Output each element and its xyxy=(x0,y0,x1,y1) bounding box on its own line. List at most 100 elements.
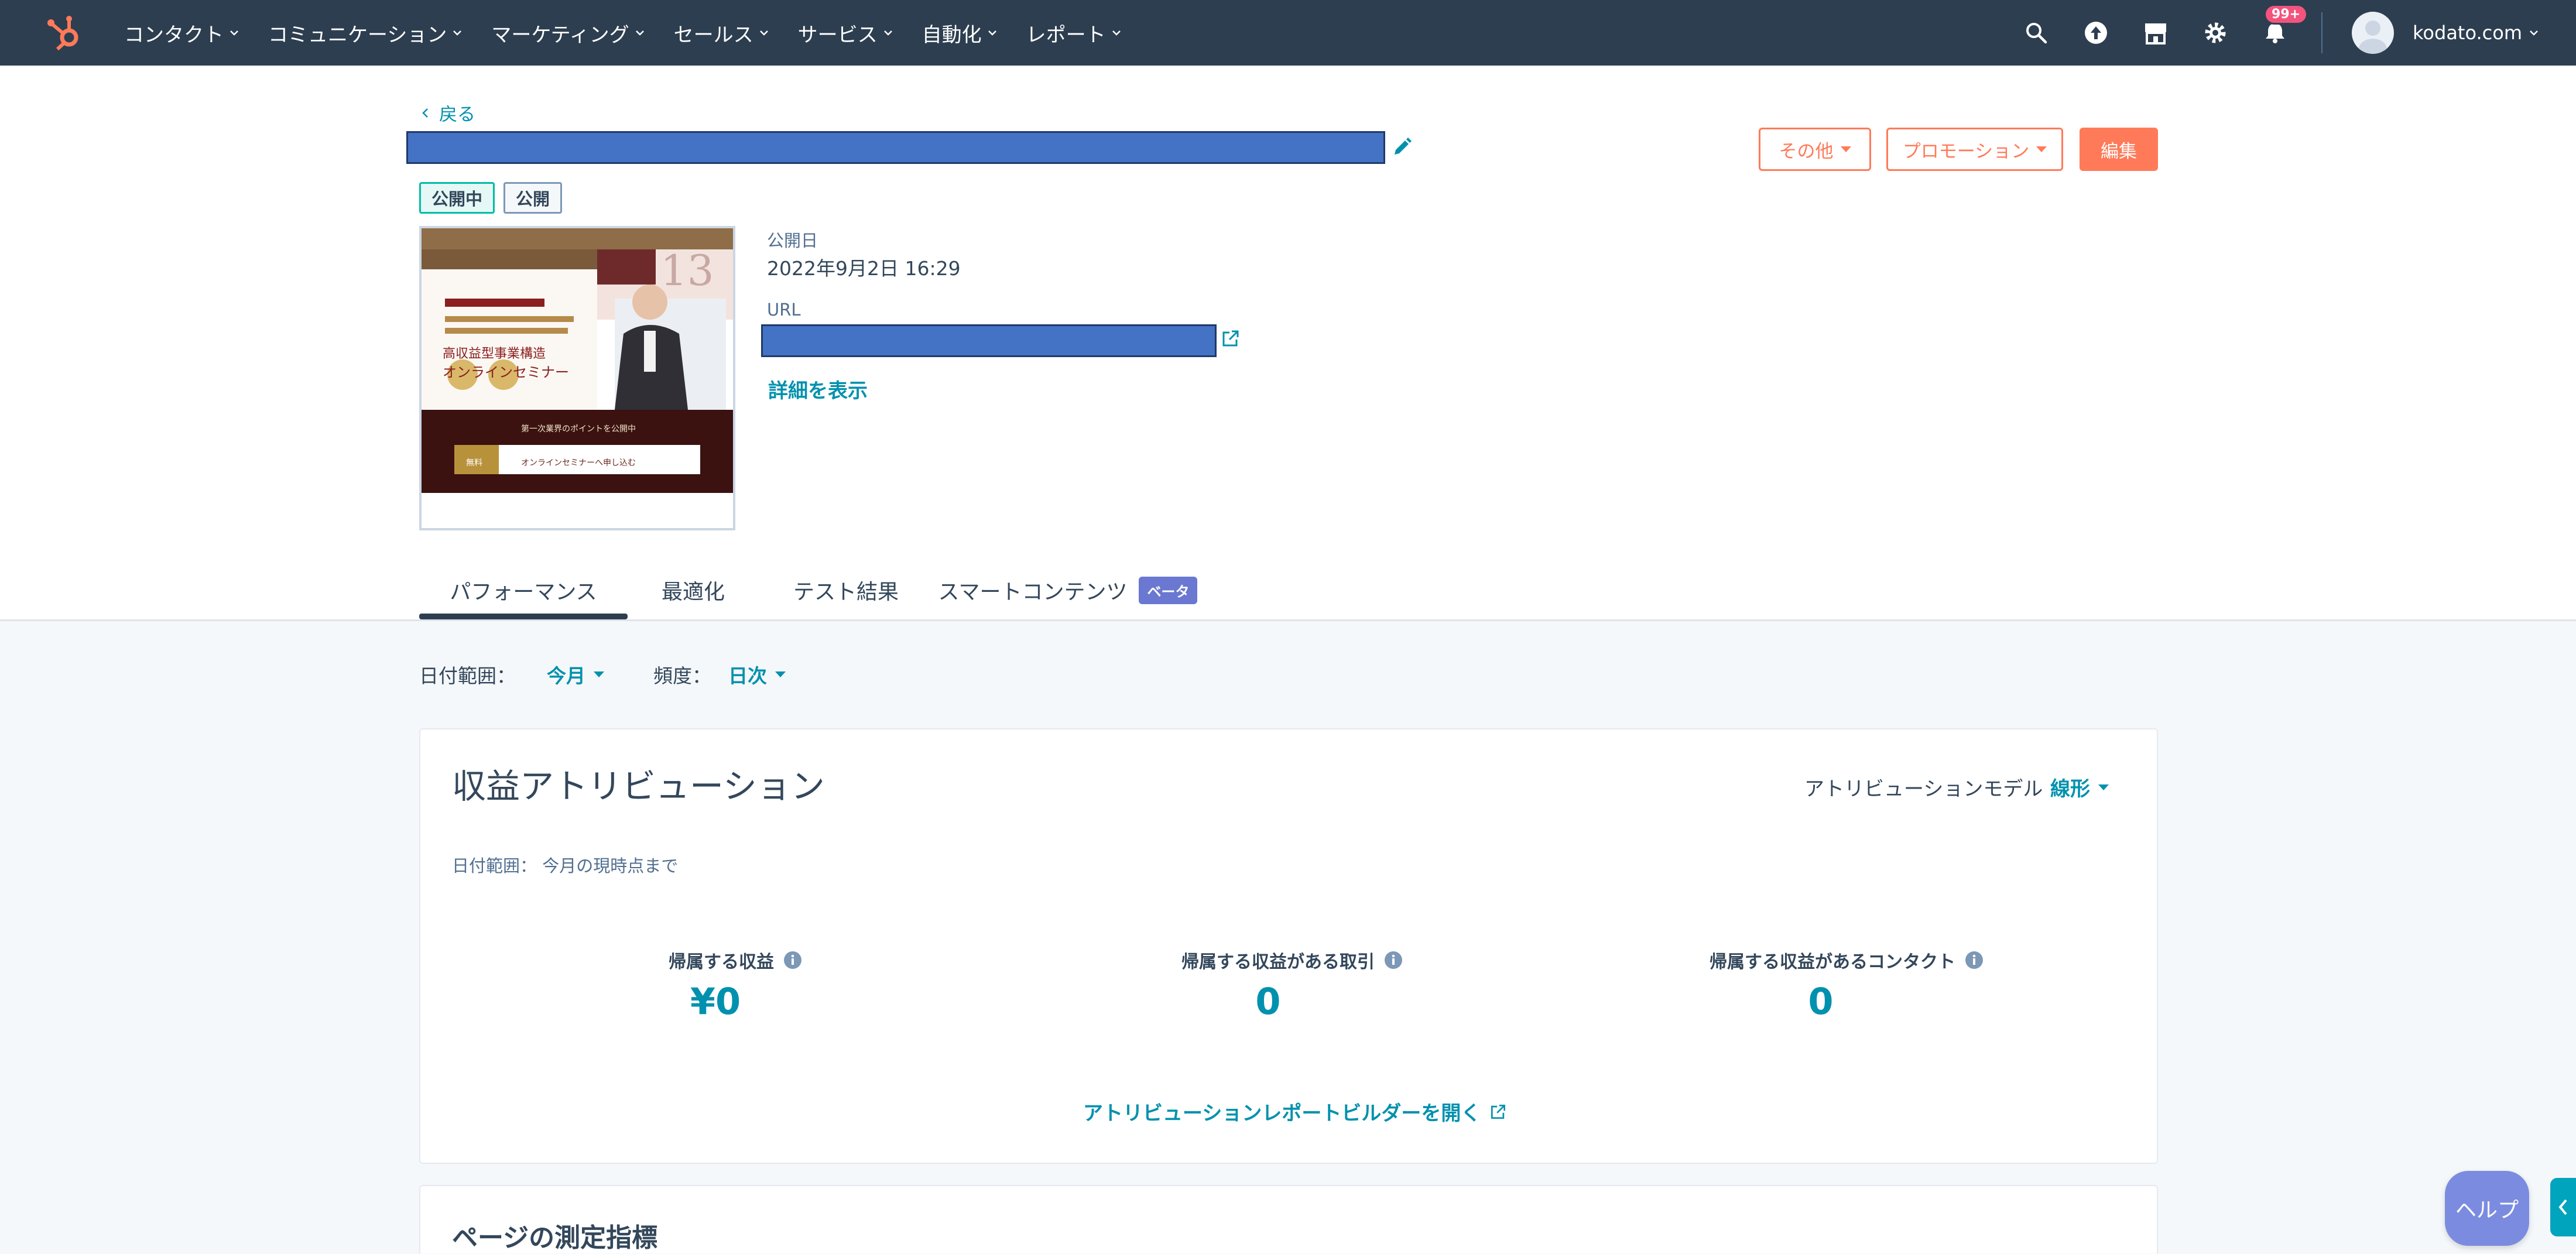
info-icon[interactable] xyxy=(783,951,802,969)
account-name: kodato.com xyxy=(2413,22,2522,44)
marketplace-store-icon xyxy=(2145,23,2167,44)
chevron-left-icon xyxy=(2558,1199,2567,1215)
external-link-icon[interactable] xyxy=(1220,328,1241,349)
caret-down-icon xyxy=(594,671,604,677)
attributed-contacts-value: 0 xyxy=(1808,980,1834,1023)
nav-item-sales[interactable]: セールス xyxy=(674,19,771,47)
beta-badge: ベータ xyxy=(1139,576,1198,604)
tab-optimization[interactable]: 最適化 xyxy=(628,562,759,618)
stat-label-text: 帰属する収益がある取引 xyxy=(1181,952,1375,972)
nav-item-conversations[interactable]: コミュニケーション xyxy=(268,19,464,47)
stat-label-text: 帰属する収益 xyxy=(669,952,774,972)
page-tabs: パフォーマンス 最適化 テスト結果 スマートコンテンツ ベータ xyxy=(419,562,1203,619)
page-thumbnail[interactable]: 13 高収益型事業構造 オンラインセミナー 第一次業界のポイントを公開中 無料 … xyxy=(419,226,735,530)
open-attribution-report-link[interactable]: アトリビューションレポートビルダーを開く xyxy=(1083,1097,1508,1126)
attributed-revenue-value: ¥0 xyxy=(690,980,741,1023)
tab-label: パフォーマンス xyxy=(450,580,597,604)
report-link-label: アトリビューションレポートビルダーを開く xyxy=(1083,1102,1481,1125)
hubspot-logo-icon[interactable] xyxy=(43,13,84,54)
gear-icon xyxy=(2205,22,2226,43)
status-badge-public: 公開 xyxy=(503,182,563,214)
promotion-button[interactable]: プロモーション xyxy=(1886,128,2063,171)
chevron-down-icon xyxy=(230,30,238,36)
search-icon xyxy=(2026,23,2047,44)
caret-down-icon xyxy=(2036,146,2047,152)
thumb-heading-2: オンラインセミナー xyxy=(443,364,569,381)
page-metrics-card: ページの測定指標 xyxy=(419,1185,2158,1253)
avatar[interactable] xyxy=(2352,12,2395,54)
nav-item-label: コミュニケーション xyxy=(268,23,447,47)
help-button[interactable]: ヘルプ xyxy=(2445,1171,2529,1246)
more-actions-button[interactable]: その他 xyxy=(1759,128,1871,171)
nav-utilities: 99+ kodato.com xyxy=(1990,0,2541,66)
attributed-deals-label: 帰属する収益がある取引 xyxy=(1181,947,1403,973)
tab-smart-content[interactable]: スマートコンテンツ ベータ xyxy=(933,562,1203,618)
attribution-model-value: 線形 xyxy=(2050,777,2090,801)
revenue-attribution-card: 収益アトリビューション アトリビューションモデル 線形 日付範囲： 今月の現時点… xyxy=(419,728,2158,1164)
tab-label: テスト結果 xyxy=(793,580,899,604)
search-button[interactable] xyxy=(2023,19,2050,46)
upgrade-arrow-icon xyxy=(2085,22,2108,44)
date-range-dropdown[interactable]: 今月 xyxy=(547,660,604,688)
tab-label: 最適化 xyxy=(661,580,725,604)
settings-button[interactable] xyxy=(2202,19,2229,46)
nav-item-contacts[interactable]: コンタクト xyxy=(124,19,241,47)
top-nav: コンタクト コミュニケーション マーケティング セールス サービス 自動化 レポ… xyxy=(0,0,2576,66)
thumb-cta-tag: 無料 xyxy=(466,458,482,468)
nav-item-label: サービス xyxy=(797,23,878,47)
caret-down-icon xyxy=(2098,784,2109,790)
attributed-revenue-label: 帰属する収益 xyxy=(669,947,802,973)
date-range-value: 今月 xyxy=(547,664,585,687)
back-link[interactable]: 戻る xyxy=(419,100,475,126)
nav-item-marketing[interactable]: マーケティング xyxy=(491,19,646,47)
chevron-down-icon xyxy=(988,30,996,36)
nav-item-reports[interactable]: レポート xyxy=(1026,19,1123,47)
frequency-label: 頻度： xyxy=(653,664,711,687)
edit-button[interactable]: 編集 xyxy=(2080,128,2158,171)
more-actions-label: その他 xyxy=(1779,141,1834,162)
nav-item-automation[interactable]: 自動化 xyxy=(922,19,999,47)
page-url-redacted[interactable] xyxy=(761,324,1217,357)
stat-label-text: 帰属する収益があるコンタクト xyxy=(1710,952,1955,972)
date-range-note: 日付範囲： 今月の現時点まで xyxy=(452,856,679,876)
nav-item-label: 自動化 xyxy=(922,23,982,47)
thumb-date-number: 13 xyxy=(660,246,714,295)
frequency-dropdown[interactable]: 日次 xyxy=(728,660,786,688)
thumb-banner-text: 第一次業界のポイントを公開中 xyxy=(521,424,636,434)
url-label: URL xyxy=(767,300,801,320)
nav-item-label: レポート xyxy=(1026,23,1106,47)
caret-down-icon xyxy=(1840,146,1851,152)
thumb-heading-1: 高収益型事業構造 xyxy=(443,347,546,361)
notification-count-badge: 99+ xyxy=(2264,4,2308,25)
upgrade-button[interactable] xyxy=(2082,19,2109,46)
chevron-down-icon xyxy=(883,30,892,36)
nav-item-label: マーケティング xyxy=(491,23,629,47)
user-avatar-icon xyxy=(2359,20,2387,54)
frequency-value: 日次 xyxy=(728,664,767,687)
marketplace-button[interactable] xyxy=(2142,19,2169,46)
chevron-down-icon xyxy=(759,30,768,36)
attributed-deals-value: 0 xyxy=(1255,980,1281,1023)
caret-down-icon xyxy=(775,671,786,677)
publish-date-value: 2022年9月2日 16:29 xyxy=(767,257,961,280)
external-link-icon xyxy=(1491,1104,1506,1119)
sidebar-toggle-button[interactable] xyxy=(2550,1178,2576,1236)
account-menu[interactable]: kodato.com xyxy=(2413,22,2541,44)
info-icon[interactable] xyxy=(1384,951,1403,969)
chevron-left-icon xyxy=(422,108,428,118)
info-icon[interactable] xyxy=(1965,951,1984,969)
date-range-label: 日付範囲： xyxy=(419,664,516,687)
chevron-down-icon xyxy=(453,30,462,36)
chevron-down-icon xyxy=(1112,30,1121,36)
card-title: ページの測定指標 xyxy=(452,1223,658,1253)
show-details-link[interactable]: 詳細を表示 xyxy=(768,375,868,403)
back-label: 戻る xyxy=(439,104,475,125)
tab-performance[interactable]: パフォーマンス xyxy=(419,562,628,619)
tab-test-results[interactable]: テスト結果 xyxy=(759,562,933,618)
attribution-model-dropdown[interactable]: 線形 xyxy=(2050,773,2109,801)
nav-item-service[interactable]: サービス xyxy=(798,19,895,47)
attributed-contacts-label: 帰属する収益があるコンタクト xyxy=(1710,947,1984,973)
pencil-edit-icon[interactable] xyxy=(1390,136,1413,159)
nav-divider xyxy=(2321,12,2323,53)
notifications-button[interactable]: 99+ xyxy=(2262,4,2308,46)
